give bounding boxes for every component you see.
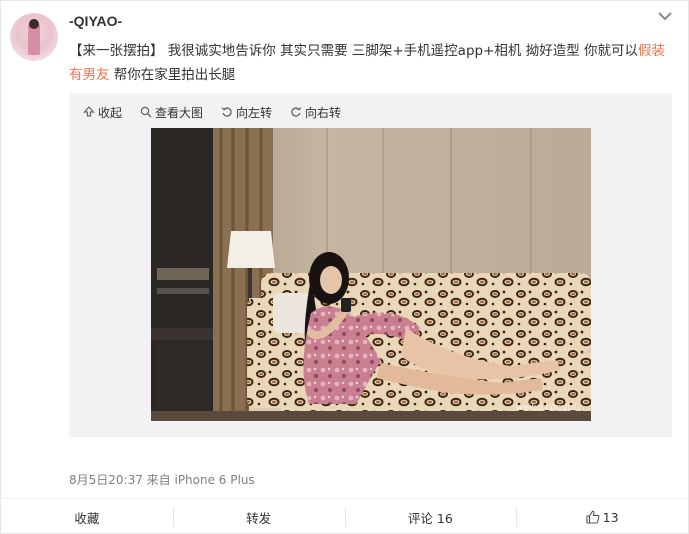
post-text: 【来一张摆拍】 我很诚实地告诉你 其实只需要 三脚架+手机遥控app+相机 拗好… (69, 39, 675, 87)
action-bar: 收藏 转发 评论 16 13 (1, 498, 688, 534)
comment-button[interactable]: 评论 16 (344, 499, 517, 534)
magnifier-icon (140, 106, 152, 118)
post-text-main: 【来一张摆拍】 我很诚实地告诉你 其实只需要 三脚架+手机遥控app+相机 拗好… (69, 43, 638, 59)
rotate-left-button[interactable]: 向左转 (221, 104, 272, 121)
view-large-button[interactable]: 查看大图 (140, 104, 203, 121)
chevron-down-icon[interactable] (656, 9, 674, 23)
favorite-button[interactable]: 收藏 (1, 499, 173, 534)
rotate-right-button[interactable]: 向右转 (290, 104, 341, 121)
comment-label: 评论 16 (407, 510, 453, 526)
avatar-head (29, 19, 39, 29)
post-meta[interactable]: 8月5日20:37 来自 iPhone 6 Plus (69, 471, 255, 488)
rotate-left-label: 向左转 (236, 105, 273, 120)
like-count: 13 (602, 509, 619, 525)
weibo-post-card: -QIYAO- 【来一张摆拍】 我很诚实地告诉你 其实只需要 三脚架+手机遥控a… (0, 0, 689, 534)
photo-watermark: weibo.com/u/... (516, 403, 585, 413)
repost-button[interactable]: 转发 (172, 499, 345, 534)
repost-label: 转发 (246, 510, 272, 526)
arrow-up-icon (83, 106, 95, 117)
rotate-right-icon (291, 107, 302, 117)
post-photo[interactable]: weibo.com/u/... (151, 128, 591, 421)
rotate-right-label: 向右转 (305, 105, 342, 120)
rotate-left-icon (221, 107, 232, 117)
avatar[interactable] (10, 13, 58, 61)
like-button[interactable]: 13 (516, 499, 688, 534)
username[interactable]: -QIYAO- (69, 13, 122, 29)
collapse-label: 收起 (98, 105, 123, 120)
favorite-label: 收藏 (74, 510, 100, 526)
media-toolbar: 收起 查看大图 向左转 向右转 (83, 103, 359, 121)
media-expanded-view: 收起 查看大图 向左转 向右转 weibo.com/u/... (69, 93, 672, 437)
thumbs-up-icon (586, 510, 600, 524)
post-text-tail: 帮你在家里拍出长腿 (109, 67, 236, 83)
collapse-button[interactable]: 收起 (83, 104, 122, 121)
view-large-label: 查看大图 (155, 105, 204, 120)
